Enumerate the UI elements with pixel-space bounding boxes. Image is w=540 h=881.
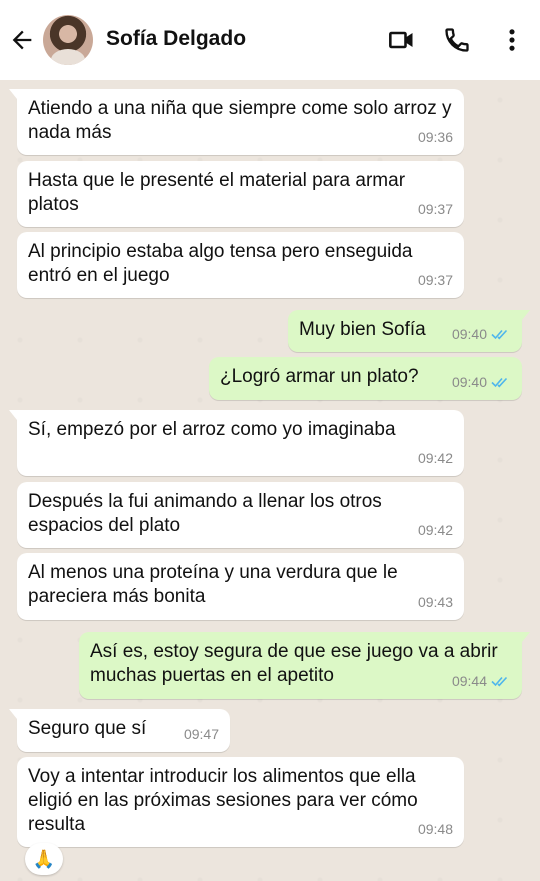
message-meta: 09:44 bbox=[452, 669, 511, 693]
message-time: 09:48 bbox=[417, 821, 453, 837]
phone-icon[interactable] bbox=[443, 26, 471, 54]
message-text: Al menos una proteína y una verdura que … bbox=[28, 562, 398, 607]
folded-hands-emoji: 🙏 bbox=[32, 848, 56, 869]
message-incoming[interactable]: Después la fui animando a llenar los otr… bbox=[17, 482, 464, 548]
message-text: Seguro que sí bbox=[28, 718, 147, 739]
double-check-icon bbox=[491, 676, 508, 687]
reaction-badge[interactable]: 🙏 bbox=[25, 843, 63, 875]
message-text: Así es, estoy segura de que ese juego va… bbox=[90, 641, 498, 686]
message-text: Sí, empezó por el arroz como yo imaginab… bbox=[28, 419, 396, 440]
double-check-icon bbox=[491, 329, 508, 340]
arrow-left-icon[interactable] bbox=[8, 26, 36, 54]
more-vertical-icon[interactable] bbox=[498, 26, 526, 54]
message-time: 09:42 bbox=[417, 450, 453, 466]
message-incoming[interactable]: Sí, empezó por el arroz como yo imaginab… bbox=[9, 410, 464, 476]
message-time: 09:36 bbox=[417, 129, 453, 145]
contact-name[interactable]: Sofía Delgado bbox=[106, 27, 246, 51]
message-meta: 09:40 bbox=[452, 322, 511, 346]
message-text: Atiendo a una niña que siempre come solo… bbox=[28, 98, 452, 143]
video-call-icon[interactable] bbox=[388, 26, 416, 54]
message-outgoing[interactable]: Así es, estoy segura de que ese juego va… bbox=[79, 632, 530, 699]
chat-header: Sofía Delgado bbox=[0, 0, 540, 80]
message-outgoing[interactable]: ¿Logró armar un plato? 09:40 bbox=[209, 357, 522, 400]
message-text: Al principio estaba algo tensa pero ense… bbox=[28, 241, 413, 286]
message-time: 09:44 bbox=[451, 673, 487, 689]
message-text: Voy a intentar introducir los alimentos … bbox=[28, 766, 418, 835]
message-time: 09:37 bbox=[417, 272, 453, 288]
message-time: 09:40 bbox=[451, 326, 487, 342]
message-text: ¿Logró armar un plato? bbox=[220, 366, 419, 387]
message-incoming[interactable]: Al menos una proteína y una verdura que … bbox=[17, 553, 464, 620]
message-text: Muy bien Sofía bbox=[299, 319, 426, 340]
message-meta: 09:40 bbox=[452, 370, 511, 394]
message-time: 09:37 bbox=[417, 201, 453, 217]
message-incoming[interactable]: Al principio estaba algo tensa pero ense… bbox=[17, 232, 464, 298]
message-incoming[interactable]: Voy a intentar introducir los alimentos … bbox=[17, 757, 464, 847]
message-incoming[interactable]: Atiendo a una niña que siempre come solo… bbox=[9, 89, 464, 155]
avatar[interactable] bbox=[43, 15, 93, 65]
double-check-icon bbox=[491, 377, 508, 388]
message-text: Después la fui animando a llenar los otr… bbox=[28, 491, 382, 536]
message-time: 09:43 bbox=[417, 594, 453, 610]
message-incoming[interactable]: Hasta que le presenté el material para a… bbox=[17, 161, 464, 227]
message-text: Hasta que le presenté el material para a… bbox=[28, 170, 406, 215]
message-incoming[interactable]: Seguro que sí 09:47 bbox=[9, 709, 230, 752]
message-outgoing[interactable]: Muy bien Sofía 09:40 bbox=[288, 310, 530, 352]
message-time: 09:47 bbox=[183, 726, 219, 742]
message-time: 09:42 bbox=[417, 522, 453, 538]
message-time: 09:40 bbox=[451, 374, 487, 390]
